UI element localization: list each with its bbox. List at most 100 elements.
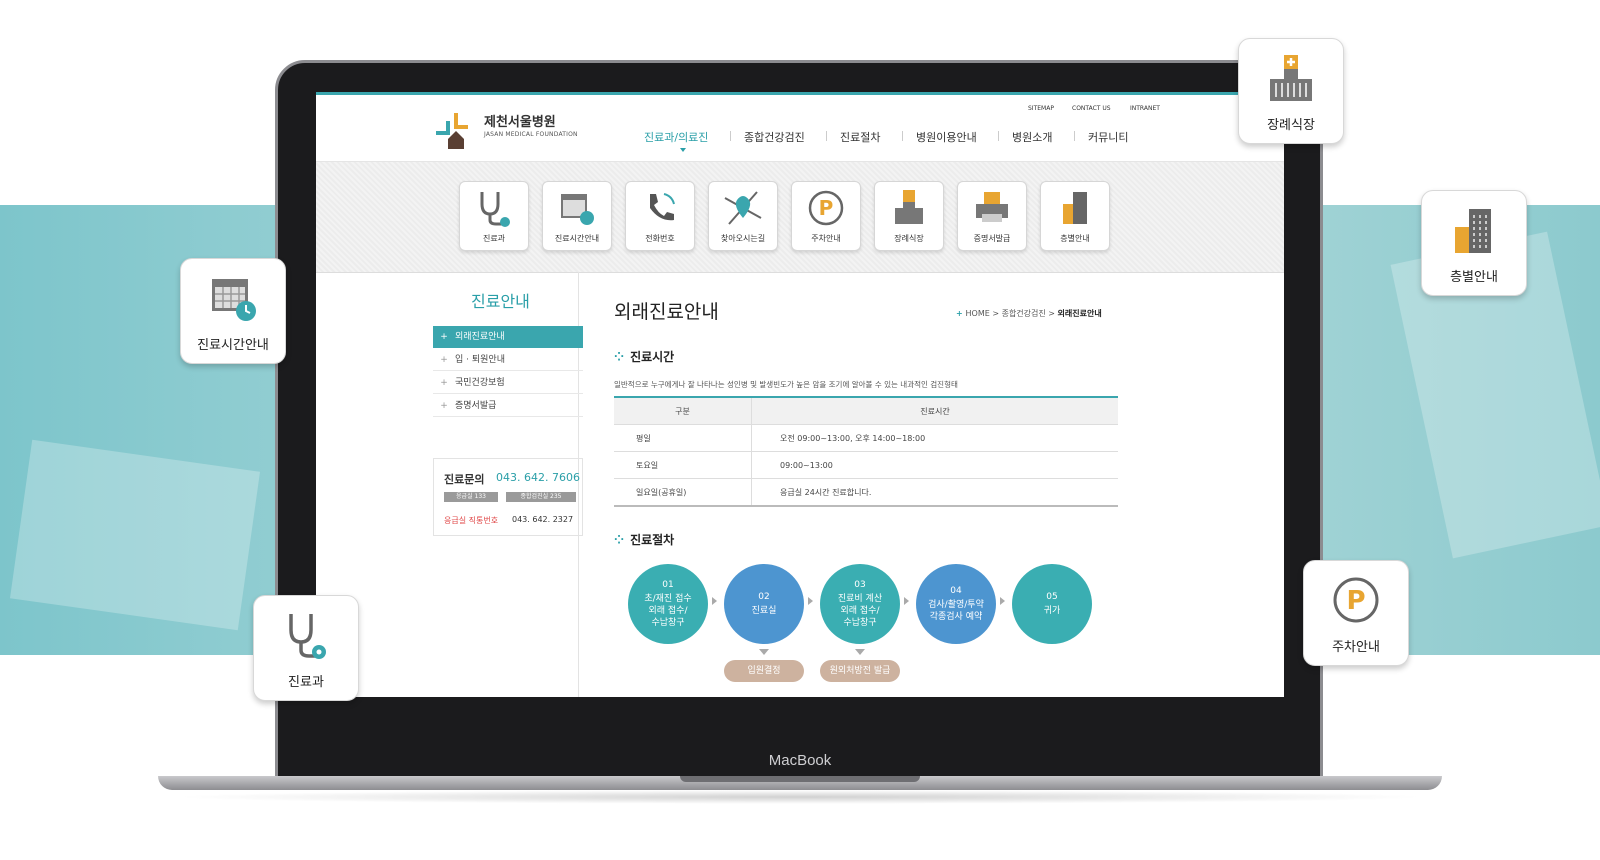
table-header: 구분 (614, 396, 752, 425)
funeral-hall-icon (1270, 55, 1312, 101)
procedure-step-5: 05 귀가 (1012, 564, 1092, 644)
table-row: 일요일(공휴일) 응급실 24시간 진료합니다. (614, 478, 1118, 507)
stethoscope-icon (289, 614, 326, 659)
card-floor-guide[interactable]: 층별안내 (1421, 190, 1527, 296)
nav-divider (902, 131, 903, 141)
svg-text:P: P (819, 196, 834, 220)
breadcrumb-level1[interactable]: 종합건강검진 (1002, 309, 1046, 318)
checkup-extension-badge: 종합검진실 235 (506, 492, 576, 502)
nav-divider (1074, 131, 1075, 141)
plus-icon: + (956, 309, 966, 318)
breadcrumb-home[interactable]: HOME (966, 309, 990, 318)
step-down-arrow-icon (759, 649, 769, 655)
step-arrow-icon (712, 597, 717, 605)
nav-item-procedure[interactable]: 진료절차 (840, 129, 880, 145)
hospital-logo-icon[interactable] (434, 109, 474, 149)
quick-directions-button[interactable]: 찾아오시는길 (708, 181, 778, 251)
table-cell: 09:00~13:00 (751, 451, 1118, 479)
nav-divider (998, 131, 999, 141)
quick-label: 층별안내 (1060, 234, 1090, 243)
hours-table: 구분 진료시간 평일 오전 09:00~13:00, 오후 14:00~18:0… (614, 396, 1118, 507)
section-description: 일반적으로 누구에게나 잘 나타나는 성인병 및 발생빈도가 높은 암을 조기에… (614, 380, 958, 389)
sidebar-item-insurance[interactable]: + 국민건강보험 (433, 372, 583, 394)
table-cell: 일요일(공휴일) (614, 478, 752, 507)
nav-item-community[interactable]: 커뮤니티 (1088, 129, 1128, 145)
step-text: 각종검사 예약 (929, 612, 983, 622)
table-cell: 응급실 24시간 진료합니다. (751, 478, 1118, 507)
section-hours-title: ⁘ 진료시간 (614, 348, 674, 365)
sidebar-item-certificate[interactable]: + 증명서발급 (433, 395, 583, 417)
quick-departments-button[interactable]: 진료과 (459, 181, 529, 251)
quick-parking-button[interactable]: P 주차안내 (791, 181, 861, 251)
parking-icon: P (1333, 577, 1379, 623)
sidebar-item-label: 입 · 퇴원안내 (455, 355, 505, 365)
quick-phone-button[interactable]: 전화번호 (625, 181, 695, 251)
quick-label: 장례식장 (894, 234, 924, 243)
emergency-number[interactable]: 043. 642. 2327 (512, 515, 573, 524)
sidebar-item-label: 증명서발급 (455, 401, 497, 411)
step-down-arrow-icon (855, 649, 865, 655)
nav-divider (826, 131, 827, 141)
table-cell: 평일 (614, 424, 752, 452)
quick-label: 증명서발급 (973, 234, 1011, 243)
website-screen: 제천서울병원 JASAN MEDICAL FOUNDATION SITEMAP … (316, 92, 1284, 697)
nav-item-departments[interactable]: 진료과/의료진 (644, 129, 708, 145)
quick-certificate-button[interactable]: 증명서발급 (957, 181, 1027, 251)
table-row: 토요일 09:00~13:00 (614, 451, 1118, 479)
card-hours[interactable]: 진료시간안내 (180, 258, 286, 364)
plus-icon: + (440, 401, 448, 411)
quick-label: 찾아오시는길 (720, 234, 766, 243)
card-departments[interactable]: 진료과 (253, 595, 359, 701)
nav-item-checkup[interactable]: 종합건강검진 (744, 129, 805, 145)
step-number: 05 (1046, 592, 1058, 602)
table-header: 진료시간 (751, 396, 1118, 425)
building-icon (1455, 209, 1491, 253)
stethoscope-icon (480, 192, 510, 227)
contact-number[interactable]: 043. 642. 7606 (496, 471, 580, 484)
hospital-name[interactable]: 제천서울병원 (484, 111, 556, 130)
plus-icon: + (440, 355, 448, 365)
sidebar-item-label: 국민건강보험 (455, 378, 505, 388)
sidebar-item-admission[interactable]: + 입 · 퇴원안내 (433, 349, 583, 371)
section-bullet-icon: ⁘ (614, 350, 625, 364)
section-label: 진료시간 (630, 350, 675, 364)
step-text: 검사/촬영/투약 (928, 600, 984, 610)
step-number: 04 (950, 586, 962, 596)
sidebar-item-outpatient[interactable]: + 외래진료안내 (433, 326, 583, 348)
device-label: MacBook (768, 752, 832, 769)
step-text: 진료실 (751, 606, 777, 616)
printer-icon (976, 192, 1008, 222)
svg-text:P: P (1346, 586, 1365, 616)
sidebar-title: 진료안내 (471, 292, 530, 311)
card-label: 장례식장 (1267, 118, 1315, 133)
section-label: 진료절차 (630, 533, 675, 547)
step-text: 수납창구 (651, 618, 685, 628)
card-parking[interactable]: P 주차안내 (1303, 560, 1409, 666)
quick-label: 진료과 (482, 234, 506, 243)
procedure-step-2: 02 진료실 (724, 564, 804, 644)
card-label: 진료시간안내 (197, 338, 269, 353)
quick-floor-guide-button[interactable]: 층별안내 (1040, 181, 1110, 251)
plus-icon: + (440, 378, 448, 388)
table-cell: 오전 09:00~13:00, 오후 14:00~18:00 (751, 424, 1118, 452)
quick-hours-button[interactable]: 진료시간안내 (542, 181, 612, 251)
sitemap-link[interactable]: SITEMAP (1028, 105, 1054, 112)
emergency-label: 응급실 직통번호 (444, 516, 499, 525)
nav-item-about[interactable]: 병원소개 (1012, 129, 1052, 145)
breadcrumb: + HOME > 종합건강검진 > 외래진료안내 (956, 309, 1102, 318)
calendar-clock-icon (561, 194, 594, 225)
background-paper (9, 439, 261, 631)
contact-box: 진료문의 043. 642. 7606 응급실 133 종합검진실 235 응급… (433, 458, 583, 536)
contact-us-link[interactable]: CONTACT US (1072, 105, 1111, 112)
section-procedure-title: ⁘ 진료절차 (614, 531, 674, 548)
step-text: 수납창구 (843, 618, 877, 628)
map-pin-icon (724, 191, 762, 225)
intranet-link[interactable]: INTRANET (1130, 105, 1160, 112)
step-text: 귀가 (1043, 606, 1061, 616)
building-icon (1063, 192, 1087, 224)
card-funeral-hall[interactable]: 장례식장 (1238, 38, 1344, 144)
quick-funeral-button[interactable]: 장례식장 (874, 181, 944, 251)
step-arrow-icon (1000, 597, 1005, 605)
nav-item-guide[interactable]: 병원이용안내 (916, 129, 977, 145)
quick-menu-bar: 진료과 진료시간안내 전화번호 찾아오시는길 P 주차안내 장례식장 증명서발급… (316, 162, 1284, 273)
